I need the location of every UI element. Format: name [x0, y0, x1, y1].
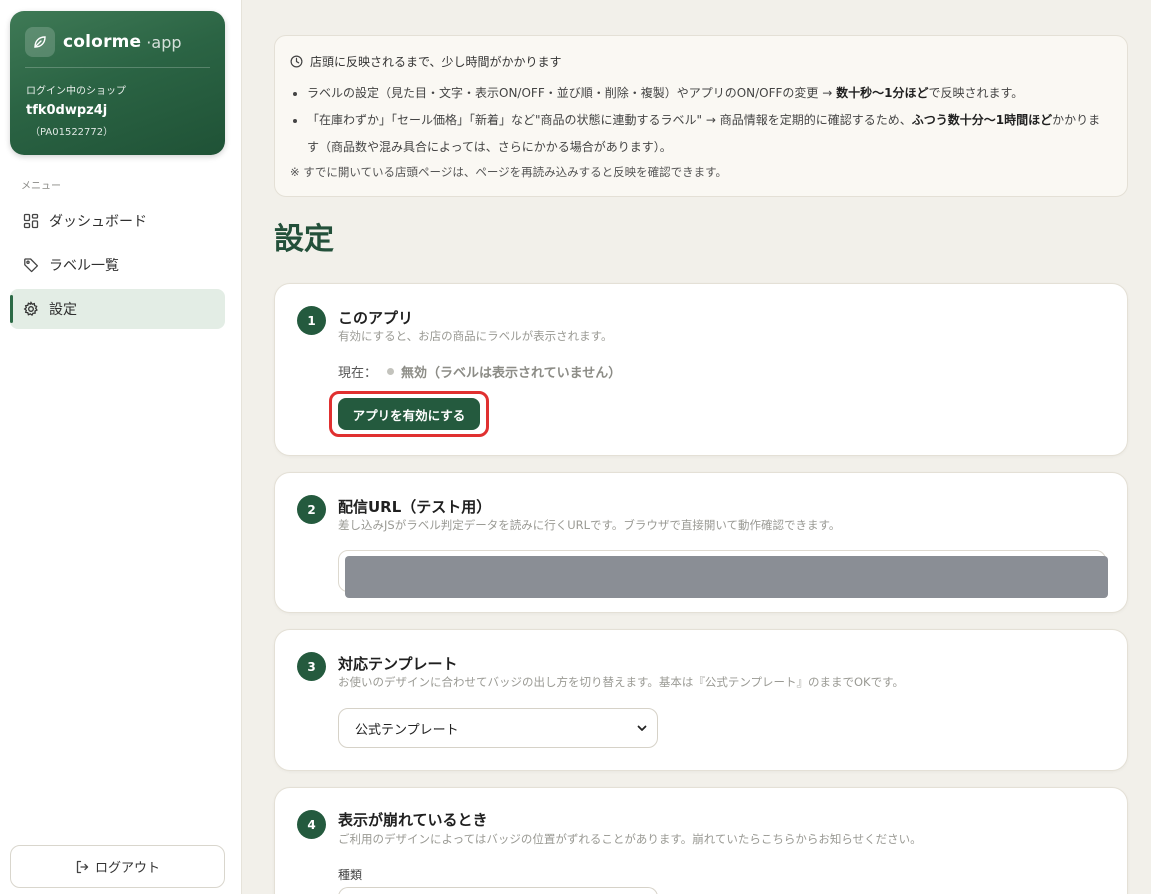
card-title: 配信URL（テスト用）: [338, 498, 492, 516]
sidebar-item-dashboard[interactable]: ダッシュボード: [10, 201, 225, 241]
shop-label: ログイン中のショップ: [26, 86, 126, 97]
sidebar-item-settings[interactable]: 設定: [10, 289, 225, 329]
template-card: 3 対応テンプレート お使いのデザインに合わせてバッジの出し方を切り替えます。基…: [274, 629, 1128, 771]
divider: [25, 67, 210, 68]
step-badge: 3: [297, 652, 326, 681]
status-dot: [387, 368, 395, 375]
display-issue-card: 4 表示が崩れているとき ご利用のデザインによってはバッジの位置がずれることがあ…: [274, 787, 1128, 894]
page-title: 設定: [274, 222, 334, 257]
logout-label: ログアウト: [94, 861, 160, 876]
status-value: 無効（ラベルは表示されていません）: [401, 366, 622, 381]
brand-name: colorme: [63, 32, 142, 52]
card-title: 表示が崩れているとき: [338, 811, 488, 829]
brand-suffix: ·app: [146, 32, 182, 52]
card-subtitle: お使いのデザインに合わせてバッジの出し方を切り替えます。基本は『公式テンプレート…: [338, 675, 904, 689]
step-badge: 1: [297, 306, 326, 335]
notice-list: ラベルの設定（見た目・文字・表示ON/OFF・並び順・削除・複製）やアプリのON…: [307, 80, 1107, 161]
status-label: 現在：: [338, 366, 378, 381]
card-title: 対応テンプレート: [338, 655, 458, 673]
notice-title: 店頭に反映されるまで、少し時間がかかります: [290, 53, 562, 70]
card-subtitle: ご利用のデザインによってはバッジの位置がずれることがあります。崩れていたらこちら…: [338, 832, 922, 846]
notice-item: ラベルの設定（見た目・文字・表示ON/OFF・並び順・削除・複製）やアプリのON…: [307, 80, 1107, 107]
tag-icon: [22, 256, 40, 274]
delivery-url-card: 2 配信URL（テスト用） 差し込みJSがラベル判定データを読みに行くURLです…: [274, 472, 1128, 613]
leaf-icon: [25, 27, 55, 57]
template-select[interactable]: 公式テンプレート: [338, 708, 658, 748]
dashboard-icon: [22, 212, 40, 230]
logout-icon: [75, 860, 89, 874]
logout-button[interactable]: ログアウト: [10, 845, 225, 888]
notice-item: 「在庫わずか」「セール価格」「新着」など"商品の状態に連動するラベル" → 商品…: [307, 107, 1107, 161]
notice-title-text: 店頭に反映されるまで、少し時間がかかります: [310, 55, 562, 69]
kind-select[interactable]: [338, 887, 658, 894]
app-toggle-card: 1 このアプリ 有効にすると、お店の商品にラベルが表示されます。 現在： 無効（…: [274, 283, 1128, 456]
notice-footer: ※ すでに開いている店頭ページは、ページを再読み込みすると反映を確認できます。: [290, 165, 727, 179]
sidebar-item-label: ラベル一覧: [49, 258, 119, 274]
gear-icon: [22, 300, 40, 318]
sidebar: colorme ·app ログイン中のショップ tfk0dwpz4j （PA01…: [0, 0, 242, 894]
app-status: 現在： 無効（ラベルは表示されていません）: [338, 362, 621, 381]
card-subtitle: 差し込みJSがラベル判定データを読みに行くURLです。ブラウザで直接開いて動作確…: [338, 518, 841, 532]
step-badge: 2: [297, 495, 326, 524]
kind-label: 種類: [338, 868, 363, 882]
template-selected-value: 公式テンプレート: [355, 722, 459, 738]
card-subtitle: 有効にすると、お店の商品にラベルが表示されます。: [338, 329, 613, 343]
shop-id: tfk0dwpz4j: [26, 103, 108, 118]
menu-heading: メニュー: [21, 181, 61, 192]
card-title: このアプリ: [338, 309, 414, 327]
shop-code: （PA01522772）: [30, 127, 114, 138]
step-badge: 4: [297, 810, 326, 839]
sidebar-item-label: ダッシュボード: [49, 214, 147, 230]
redacted-url: [345, 556, 1108, 598]
sidebar-item-label: 設定: [49, 302, 77, 318]
shop-card: colorme ·app ログイン中のショップ tfk0dwpz4j （PA01…: [10, 11, 225, 155]
highlight-box: アプリを有効にする: [329, 391, 489, 437]
sync-notice: 店頭に反映されるまで、少し時間がかかります ラベルの設定（見た目・文字・表示ON…: [274, 35, 1128, 197]
sidebar-item-labels[interactable]: ラベル一覧: [10, 245, 225, 285]
chevron-down-icon: [635, 721, 649, 735]
clock-icon: [290, 55, 303, 68]
brand: colorme ·app: [25, 27, 182, 57]
enable-app-button[interactable]: アプリを有効にする: [338, 398, 480, 430]
